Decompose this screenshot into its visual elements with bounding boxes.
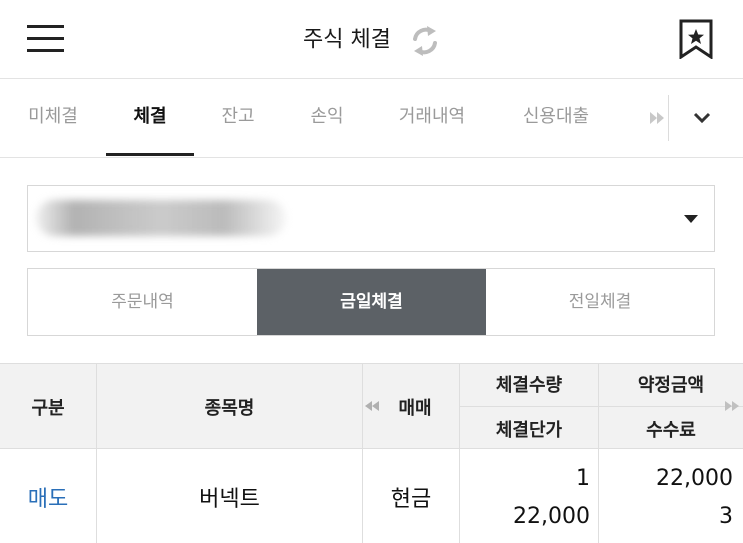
refresh-icon[interactable] [410, 25, 440, 57]
caret-down-icon [684, 215, 698, 223]
title-area: 주식 체결 [0, 22, 743, 58]
header-fill-price: 체결단가 [495, 420, 563, 441]
tab-unfilled[interactable]: 미체결 [14, 79, 92, 157]
bookmark-star-icon[interactable] [679, 19, 713, 59]
cell-side: 현금 [390, 487, 432, 512]
cell-fill-price: 22,000 [513, 504, 590, 529]
account-number-obscured [36, 200, 286, 236]
tab-transaction-history[interactable]: 거래내역 [384, 79, 480, 157]
cell-fee: 3 [719, 504, 733, 529]
page-title: 주식 체결 [302, 27, 391, 53]
tab-profit-loss[interactable]: 손익 [294, 79, 360, 157]
top-header: 주식 체결 [0, 0, 743, 79]
header-fill-qty: 체결수량 [495, 375, 563, 396]
col-divider [362, 363, 363, 543]
header-stock-name: 종목명 [204, 398, 255, 419]
fill-table: 구분 종목명 매매 체결수량 체결단가 약정금액 수수료 매도 버넥트 현금 1… [0, 363, 743, 543]
chevron-down-icon[interactable] [682, 101, 722, 135]
header-fee: 수수료 [646, 420, 696, 441]
header-contract-amount: 약정금액 [637, 375, 705, 396]
double-arrow-right-icon[interactable] [648, 108, 666, 128]
active-tab-indicator [106, 153, 194, 156]
tab-filled[interactable]: 체결 [106, 79, 194, 157]
cell-fill-qty: 1 [576, 466, 590, 491]
tab-balance[interactable]: 잔고 [206, 79, 270, 157]
tab-credit-loan[interactable]: 신용대출 [508, 79, 604, 157]
segment-today-filled[interactable]: 금일체결 [257, 269, 486, 335]
cell-contract-amount: 22,000 [656, 466, 733, 491]
header-row-divider [459, 406, 743, 407]
tab-bar: 미체결 체결 잔고 손익 거래내역 신용대출 [0, 79, 743, 158]
cell-type: 매도 [27, 487, 69, 512]
col-divider [96, 363, 97, 543]
double-arrow-right-icon[interactable] [724, 400, 740, 412]
segment-order-history[interactable]: 주문내역 [28, 269, 257, 335]
tabs-divider [668, 95, 669, 141]
account-select[interactable] [27, 185, 715, 252]
cell-stock-name: 버넥트 [199, 487, 260, 512]
date-segment-control: 주문내역 금일체결 전일체결 [27, 268, 715, 336]
double-arrow-left-icon[interactable] [364, 400, 380, 412]
header-side: 매매 [398, 398, 432, 419]
segment-yesterday-filled[interactable]: 전일체결 [486, 269, 714, 335]
header-type: 구분 [31, 398, 65, 419]
